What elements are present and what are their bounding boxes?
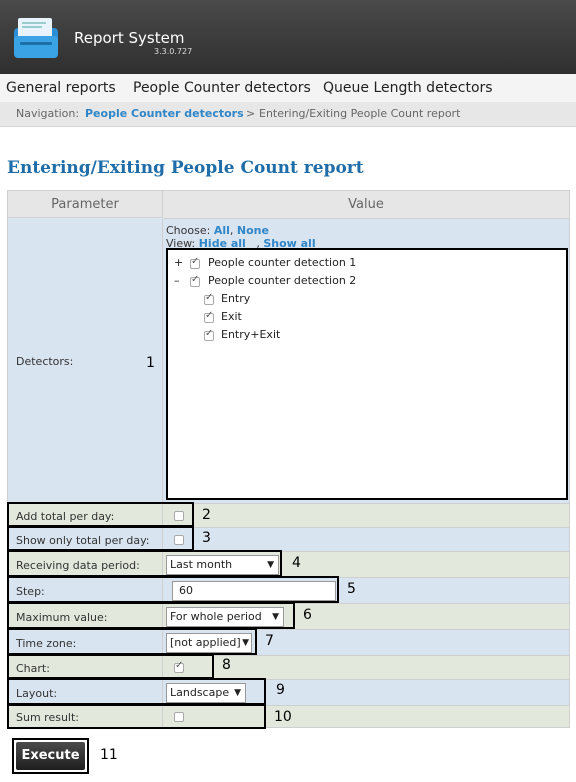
- tree-checkbox-detection-1[interactable]: [190, 256, 200, 269]
- tree-checkbox-entry[interactable]: [204, 292, 214, 305]
- max-value-value: For whole period: [170, 610, 262, 623]
- breadcrumb-prefix: Navigation:: [16, 107, 80, 120]
- detectors-label: Detectors:: [16, 355, 74, 368]
- choose-line: Choose: All, None: [166, 224, 269, 237]
- time-zone-row: Time zone: [not applied] ▼: [8, 629, 569, 656]
- tree-label-detection-2[interactable]: People counter detection 2: [208, 273, 356, 289]
- report-parameters-table: Parameter Value Detectors: Choose: All, …: [7, 190, 570, 728]
- app-version: 3.3.0.727: [154, 47, 193, 56]
- callout-number-1: 1: [146, 355, 155, 371]
- layout-label: Layout:: [16, 687, 58, 700]
- chart-row: Chart:: [8, 655, 569, 680]
- layout-select[interactable]: Landscape ▼: [166, 683, 246, 703]
- callout-number-3: 3: [202, 530, 211, 546]
- page-title: Entering/Exiting People Count report: [7, 158, 364, 178]
- add-total-label: Add total per day:: [16, 510, 115, 523]
- app-header: Report System 3.3.0.727: [0, 0, 576, 74]
- layout-value: Landscape: [170, 686, 230, 699]
- callout-number-4: 4: [292, 555, 301, 571]
- period-select[interactable]: Last month ▼: [166, 555, 279, 575]
- callout-number-10: 10: [274, 709, 292, 725]
- max-value-select[interactable]: For whole period ▼: [166, 607, 284, 627]
- tree-label-entry-exit[interactable]: Entry+Exit: [221, 327, 280, 343]
- menu-general-reports[interactable]: General reports: [6, 80, 116, 96]
- header-parameter: Parameter: [8, 191, 163, 218]
- step-row: Step: 60: [8, 577, 569, 604]
- app-title: Report System: [74, 29, 185, 47]
- period-row: Receiving data period: Last month ▼: [8, 551, 569, 578]
- max-value-row: Maximum value: For whole period ▼: [8, 603, 569, 630]
- callout-number-9: 9: [276, 682, 285, 698]
- sum-result-label: Sum result:: [16, 711, 79, 724]
- tree-checkbox-exit[interactable]: [204, 310, 214, 323]
- tree-checkbox-detection-2[interactable]: [190, 274, 200, 287]
- breadcrumb-link-people-counter[interactable]: People Counter detectors: [85, 107, 244, 120]
- execute-button-frame: Execute: [12, 738, 89, 774]
- chart-checkbox[interactable]: [174, 660, 184, 673]
- time-zone-select[interactable]: [not applied] ▼: [166, 633, 252, 653]
- add-total-row: Add total per day:: [8, 503, 569, 528]
- period-label: Receiving data period:: [16, 559, 140, 572]
- dropdown-arrow-icon: ▼: [234, 688, 241, 698]
- dropdown-arrow-icon: ▼: [272, 612, 279, 622]
- breadcrumb-current: Entering/Exiting People Count report: [259, 107, 461, 120]
- tree-label-detection-1[interactable]: People counter detection 1: [208, 255, 356, 271]
- top-menu: General reports People Counter detectors…: [0, 74, 576, 103]
- dropdown-arrow-icon: ▼: [267, 560, 274, 570]
- tree-checkbox-entry-exit[interactable]: [204, 328, 214, 341]
- callout-number-6: 6: [303, 607, 312, 623]
- expand-toggle-icon[interactable]: +: [174, 256, 183, 269]
- callout-number-5: 5: [347, 581, 356, 597]
- tree-node-detection-1[interactable]: +: [174, 255, 183, 271]
- chart-label: Chart:: [16, 662, 50, 675]
- show-total-row: Show only total per day:: [8, 527, 569, 552]
- sum-result-checkbox[interactable]: [174, 712, 184, 722]
- menu-people-counter-detectors[interactable]: People Counter detectors: [133, 80, 311, 96]
- dropdown-arrow-icon: ▼: [242, 638, 249, 648]
- breadcrumb: Navigation: People Counter detectors > E…: [0, 102, 576, 127]
- add-total-checkbox[interactable]: [174, 511, 184, 521]
- report-system-logo-icon: [14, 18, 58, 58]
- max-value-label: Maximum value:: [16, 611, 108, 624]
- show-total-label: Show only total per day:: [16, 534, 150, 547]
- time-zone-value: [not applied]: [170, 636, 241, 649]
- step-input[interactable]: 60: [172, 581, 336, 601]
- step-label: Step:: [16, 585, 45, 598]
- breadcrumb-separator: >: [246, 107, 256, 120]
- tree-label-entry[interactable]: Entry: [221, 291, 250, 307]
- detector-tree[interactable]: + People counter detection 1 – People co…: [166, 248, 568, 500]
- execute-button[interactable]: Execute: [16, 742, 85, 770]
- callout-number-7: 7: [265, 633, 274, 649]
- callout-number-8: 8: [222, 657, 231, 673]
- callout-number-11: 11: [100, 747, 118, 763]
- choose-comma: ,: [229, 224, 234, 237]
- time-zone-label: Time zone:: [16, 637, 77, 650]
- tree-label-exit[interactable]: Exit: [221, 309, 242, 325]
- period-value: Last month: [170, 558, 233, 571]
- collapse-toggle-icon[interactable]: –: [174, 274, 180, 287]
- layout-row: Layout: Landscape ▼: [8, 679, 569, 706]
- tree-node-detection-2[interactable]: –: [174, 273, 180, 289]
- choose-all-link[interactable]: All: [214, 224, 230, 237]
- callout-number-2: 2: [202, 507, 211, 523]
- choose-none-link[interactable]: None: [237, 224, 269, 237]
- choose-label: Choose:: [166, 224, 211, 237]
- show-total-checkbox[interactable]: [174, 535, 184, 545]
- header-value: Value: [163, 191, 569, 219]
- menu-queue-length-detectors[interactable]: Queue Length detectors: [323, 80, 493, 96]
